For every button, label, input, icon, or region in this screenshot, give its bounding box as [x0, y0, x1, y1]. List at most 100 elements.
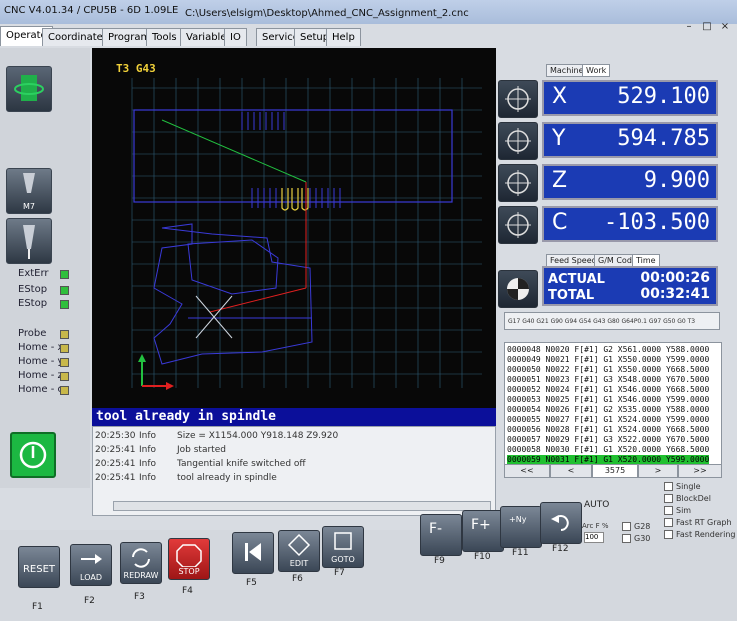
fkey-label: F1: [32, 602, 43, 612]
gcode-first-button[interactable]: <<: [504, 464, 550, 478]
load-icon: [81, 554, 102, 564]
redraw-button[interactable]: REDRAW: [120, 542, 162, 584]
log-text: Job started: [177, 445, 226, 455]
home-all-button[interactable]: [498, 270, 538, 308]
gcode-line[interactable]: 0000051 N0023 F[#1] G3 X548.0000 Y670.50…: [507, 375, 709, 385]
log-time: 20:25:41: [95, 459, 136, 469]
zero-x-button[interactable]: [498, 80, 538, 118]
gcode-last-button[interactable]: >>: [678, 464, 722, 478]
gcode-line[interactable]: 0000049 N0021 F[#1] G1 X550.0000 Y599.00…: [507, 355, 709, 365]
option-label: Sim: [676, 506, 692, 515]
function-bar: RESET F1 LOAD F2 REDRAW F3 STOP F4 F5 ED…: [0, 482, 737, 621]
log-time: 20:25:41: [95, 445, 136, 455]
undo-button[interactable]: [540, 502, 582, 544]
option-fast-rendering[interactable]: Fast Rendering: [664, 530, 735, 539]
goto-button[interactable]: GOTO: [322, 526, 364, 568]
dro-y: Y 594.785: [542, 122, 718, 158]
option-label: BlockDel: [676, 494, 711, 503]
spindle-icon: [14, 75, 44, 101]
zero-c-button[interactable]: [498, 206, 538, 244]
maximize-icon[interactable]: □: [700, 20, 714, 34]
tab-help[interactable]: Help: [326, 28, 361, 46]
gcode-line-number[interactable]: 3575: [592, 464, 638, 478]
feed-minus-button[interactable]: F-: [420, 514, 462, 556]
coolant-icon: [23, 173, 35, 193]
gcode-prev-button[interactable]: <: [550, 464, 592, 478]
tab-io[interactable]: IO: [224, 28, 247, 46]
signal-led: [60, 358, 69, 367]
rewind-button[interactable]: [232, 532, 274, 574]
stop-button[interactable]: STOP: [168, 538, 210, 580]
zero-y-button[interactable]: [498, 122, 538, 160]
signal-label: Home - y: [18, 356, 64, 367]
signal-led: [60, 330, 69, 339]
signal-led: [60, 300, 69, 309]
mist-icon: [23, 225, 35, 259]
g30-check[interactable]: G30: [622, 534, 650, 543]
title-bar: CNC V4.01.34 / CPU5B - 6D 1.09LE C:\User…: [0, 0, 737, 24]
log-scrollbar[interactable]: [113, 501, 491, 511]
cycle-start-button[interactable]: [10, 432, 56, 478]
signal-label: EStop: [18, 284, 48, 295]
redraw-label: REDRAW: [123, 571, 159, 580]
close-icon[interactable]: ×: [718, 20, 732, 34]
toolpath-viewport[interactable]: T3 G43: [92, 48, 496, 408]
arc-feed-input[interactable]: 100: [584, 532, 604, 543]
option-blockdel[interactable]: BlockDel: [664, 494, 711, 503]
gcode-line[interactable]: 0000055 N0027 F[#1] G1 X524.0000 Y599.00…: [507, 415, 709, 425]
feed-minus-label: F-: [429, 521, 443, 537]
option-fast-rt-graph[interactable]: Fast RT Graph: [664, 518, 732, 527]
feed-plus-button[interactable]: F+: [462, 510, 504, 552]
message-log[interactable]: 20:25:30 Info Size = X1154.000 Y918.148 …: [92, 426, 496, 516]
gcode-line[interactable]: 0000052 N0024 F[#1] G1 X546.0000 Y668.50…: [507, 385, 709, 395]
tab-tools[interactable]: Tools: [146, 28, 183, 46]
fkey-label: F9: [434, 556, 445, 566]
auto-label: AUTO: [584, 500, 610, 510]
option-label: Fast Rendering: [676, 530, 736, 539]
option-single[interactable]: Single: [664, 482, 701, 491]
zero-z-button[interactable]: [498, 164, 538, 202]
gcode-line[interactable]: 0000050 N0022 F[#1] G1 X550.0000 Y668.50…: [507, 365, 709, 375]
option-sim[interactable]: Sim: [664, 506, 691, 515]
load-button[interactable]: LOAD: [70, 544, 112, 586]
signal-label: Probe: [18, 328, 47, 339]
left-panel: M7 ExtErr EStop EStop Probe Home - x Hom…: [0, 48, 90, 488]
signal-led: [60, 286, 69, 295]
log-text: Size = X1154.000 Y918.148 Z9.920: [177, 431, 339, 441]
tab-work[interactable]: Work: [582, 64, 611, 77]
m7-button[interactable]: M7: [6, 168, 52, 214]
undo-icon: [551, 515, 569, 531]
gcode-line[interactable]: 0000056 N0028 F[#1] G1 X524.0000 Y668.50…: [507, 425, 709, 435]
log-type: Info: [139, 445, 157, 455]
signal-led: [60, 386, 69, 395]
fkey-label: F5: [246, 578, 257, 588]
main-tabs: Operate Coordinates Program Tools Variab…: [0, 26, 520, 46]
gcode-line[interactable]: 0000057 N0029 F[#1] G3 X522.0000 Y670.50…: [507, 435, 709, 445]
signal-label: ExtErr: [18, 268, 49, 279]
spindle-button[interactable]: [6, 66, 52, 112]
m8-button[interactable]: [6, 218, 52, 264]
gcode-line[interactable]: 0000048 N0020 F[#1] G2 X561.0000 Y588.00…: [507, 345, 709, 355]
gcode-line[interactable]: 0000054 N0026 F[#1] G2 X535.0000 Y588.00…: [507, 405, 709, 415]
home-target-icon: [507, 278, 529, 300]
crosshair-icon: [505, 212, 531, 238]
toolpath-drawing: [131, 78, 482, 390]
log-text: tool already in spindle: [177, 473, 277, 483]
reset-button[interactable]: RESET: [18, 546, 60, 588]
gcode-line[interactable]: 0000058 N0030 F[#1] G1 X520.0000 Y668.50…: [507, 445, 709, 455]
fkey-label: F4: [182, 586, 193, 596]
crosshair-icon: [505, 86, 531, 112]
dro-x: X 529.100: [542, 80, 718, 116]
next-block-button[interactable]: +Ny: [500, 506, 542, 548]
g30-label: G30: [634, 534, 651, 543]
edit-button[interactable]: EDIT: [278, 530, 320, 572]
file-path: C:\Users\elsigm\Desktop\Ahmed_CNC_Assign…: [185, 8, 469, 19]
gcode-listing[interactable]: 0000048 N0020 F[#1] G2 X561.0000 Y588.00…: [504, 342, 722, 466]
minimize-icon[interactable]: –: [682, 20, 696, 34]
log-type: Info: [139, 473, 157, 483]
gcode-line[interactable]: 0000053 N0025 F[#1] G1 X546.0000 Y599.00…: [507, 395, 709, 405]
g28-check[interactable]: G28: [622, 522, 650, 531]
gcode-next-button[interactable]: >: [638, 464, 678, 478]
dro-c: C -103.500: [542, 206, 718, 242]
log-type: Info: [139, 431, 157, 441]
